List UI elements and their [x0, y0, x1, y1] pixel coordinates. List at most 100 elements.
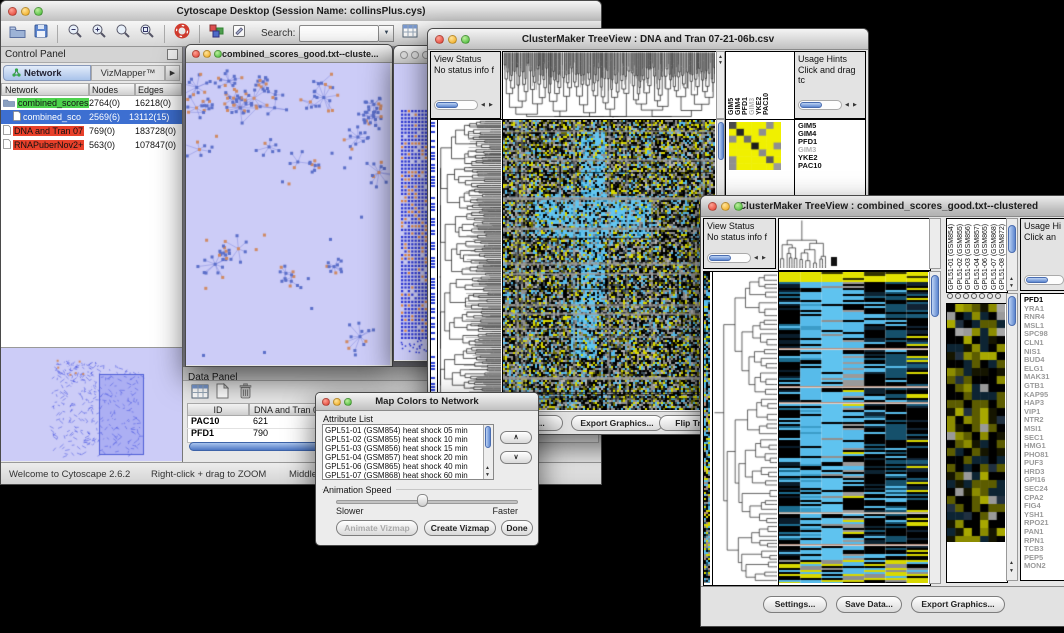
- dendrogram-scroll-strip[interactable]: ▲▼: [716, 51, 725, 119]
- search-dropdown-arrow[interactable]: ▼: [379, 25, 394, 42]
- column-dendrogram-panel[interactable]: [778, 218, 931, 271]
- zoom-selected-icon[interactable]: [139, 23, 155, 44]
- heatmap-panel[interactable]: [502, 119, 718, 413]
- col-header-network[interactable]: Network: [1, 83, 89, 96]
- dialog-titlebar[interactable]: Map Colors to Network: [316, 393, 538, 411]
- animation-slider-thumb[interactable]: [417, 494, 428, 507]
- column-label[interactable]: GPL51-01 (GSM854): [948, 221, 957, 290]
- column-label[interactable]: GPL51-07 (GSM868): [991, 221, 1000, 290]
- listbox-vscrollbar[interactable]: ▲ ▼: [483, 425, 493, 479]
- zoom-fit-icon[interactable]: [115, 23, 131, 44]
- zoom-in-icon[interactable]: [91, 23, 107, 44]
- zoom-out-icon[interactable]: [67, 23, 83, 44]
- close-button[interactable]: [400, 51, 408, 59]
- col-header-edges[interactable]: Edges: [135, 83, 182, 96]
- treeview1-titlebar[interactable]: ClusterMaker TreeView : DNA and Tran 07-…: [428, 29, 868, 50]
- minimize-button[interactable]: [411, 51, 419, 59]
- attribute-item[interactable]: GPL51-01 (GSM854) heat shock 05 min: [323, 426, 484, 435]
- settings-button[interactable]: Settings...: [763, 596, 827, 613]
- column-label[interactable]: GIM5: [728, 55, 735, 115]
- save-icon[interactable]: [34, 24, 48, 43]
- row-dendrogram-panel[interactable]: [437, 119, 504, 413]
- zoom-button[interactable]: [34, 7, 43, 16]
- column-label[interactable]: GPL51-04 (GSM857): [974, 221, 983, 290]
- network-overview-canvas[interactable]: [1, 347, 182, 461]
- row-dendrogram-panel[interactable]: [712, 271, 780, 586]
- close-button[interactable]: [435, 35, 444, 44]
- tab-overflow-button[interactable]: ▶: [165, 65, 180, 81]
- close-button[interactable]: [8, 7, 17, 16]
- attribute-item[interactable]: GPL51-04 (GSM857) heat shock 20 min: [323, 453, 484, 462]
- heatmap-canvas[interactable]: [779, 272, 928, 583]
- save-data-button[interactable]: Save Data...: [836, 596, 902, 613]
- zoom-heatmap-canvas[interactable]: [947, 304, 1005, 542]
- treeview2-titlebar[interactable]: ClusterMaker TreeView : combined_scores_…: [701, 196, 1064, 217]
- column-label[interactable]: GPL51-02 (GSM855): [957, 221, 966, 290]
- minimize-button[interactable]: [333, 398, 341, 406]
- column-label[interactable]: GIM3: [749, 55, 756, 115]
- heatmap-canvas[interactable]: [503, 120, 715, 410]
- column-dendrogram-panel[interactable]: [502, 51, 718, 121]
- network-tab[interactable]: Network: [3, 65, 91, 81]
- zoom-button[interactable]: [214, 50, 222, 58]
- zoom-button[interactable]: [734, 202, 743, 211]
- column-label[interactable]: PAC10: [763, 55, 770, 115]
- close-button[interactable]: [192, 50, 200, 58]
- vizmapper-icon[interactable]: [209, 24, 224, 43]
- minimize-button[interactable]: [721, 202, 730, 211]
- animate-vizmap-button[interactable]: Animate Vizmap: [336, 520, 418, 536]
- row-dendrogram-canvas[interactable]: [438, 120, 501, 410]
- import-table-icon[interactable]: [402, 24, 418, 43]
- export-graphics-button[interactable]: Export Graphics...: [571, 415, 663, 431]
- column-dendrogram-canvas[interactable]: [503, 52, 715, 118]
- scroll-left-icon[interactable]: ◀: [754, 255, 758, 261]
- float-panel-icon[interactable]: [167, 49, 178, 60]
- close-button[interactable]: [708, 202, 717, 211]
- attribute-item[interactable]: GPL51-06 (GSM865) heat shock 40 min: [323, 462, 484, 471]
- column-dendrogram-canvas[interactable]: [779, 219, 928, 268]
- vizmapper-tab[interactable]: VizMapper™: [91, 65, 165, 81]
- zoom-button[interactable]: [461, 35, 470, 44]
- network-row-selected[interactable]: combined_sco 2569(6) 13112(15): [1, 110, 182, 124]
- network-row[interactable]: combined_scores 2764(0) 16218(0): [1, 96, 182, 110]
- export-graphics-button[interactable]: Export Graphics...: [911, 596, 1005, 613]
- attribute-item[interactable]: GPL51-03 (GSM856) heat shock 15 min: [323, 444, 484, 453]
- help-lifesaver-icon[interactable]: [174, 23, 190, 44]
- heatmap-panel[interactable]: [778, 271, 931, 586]
- done-button[interactable]: Done: [501, 520, 533, 536]
- heatmap-vscrollbar[interactable]: [929, 271, 941, 584]
- scroll-right-icon[interactable]: ▶: [762, 255, 766, 261]
- network-row[interactable]: DNA and Tran 07 769(0) 183728(0): [1, 124, 182, 138]
- scroll-left-icon[interactable]: ◀: [845, 102, 849, 108]
- column-label[interactable]: YKE2: [756, 55, 763, 115]
- attribute-listbox[interactable]: GPL51-01 (GSM854) heat shock 05 min GPL51…: [322, 424, 494, 480]
- column-label[interactable]: GPL51-06 (GSM865): [982, 221, 991, 290]
- usage-hints-hscrollbar[interactable]: [1024, 275, 1064, 285]
- zoom-matrix-canvas[interactable]: [729, 122, 781, 170]
- delete-trash-icon[interactable]: [238, 383, 253, 404]
- annotation-icon[interactable]: [232, 24, 247, 43]
- move-down-button[interactable]: ∨: [500, 451, 532, 464]
- scroll-left-icon[interactable]: ◀: [481, 102, 485, 108]
- main-titlebar[interactable]: Cytoscape Desktop (Session Name: collins…: [1, 1, 601, 22]
- gene-label[interactable]: PAC10: [798, 162, 865, 170]
- scroll-right-icon[interactable]: ▶: [853, 102, 857, 108]
- minimize-button[interactable]: [448, 35, 457, 44]
- dendrogram-scroll-strip[interactable]: [929, 218, 941, 269]
- minimize-button[interactable]: [203, 50, 211, 58]
- column-label[interactable]: GIM4: [735, 55, 742, 115]
- gene-label[interactable]: MON2: [1024, 562, 1064, 571]
- search-input[interactable]: [299, 25, 379, 42]
- col-header-nodes[interactable]: Nodes: [89, 83, 135, 96]
- table-icon[interactable]: [191, 384, 209, 404]
- view-status-hscrollbar[interactable]: [434, 100, 478, 110]
- new-document-icon[interactable]: [216, 383, 229, 404]
- close-button[interactable]: [322, 398, 330, 406]
- attribute-item[interactable]: GPL51-07 (GSM868) heat shock 60 min: [323, 471, 484, 480]
- scroll-right-icon[interactable]: ▶: [489, 102, 493, 108]
- network-row[interactable]: RNAPuberNov2+ 563(0) 107847(0): [1, 138, 182, 152]
- data-col-id[interactable]: ID: [187, 403, 249, 416]
- zoom-vscrollbar[interactable]: ▲ ▼: [1006, 293, 1018, 581]
- column-label[interactable]: PFD1: [742, 55, 749, 115]
- zoom-button[interactable]: [344, 398, 352, 406]
